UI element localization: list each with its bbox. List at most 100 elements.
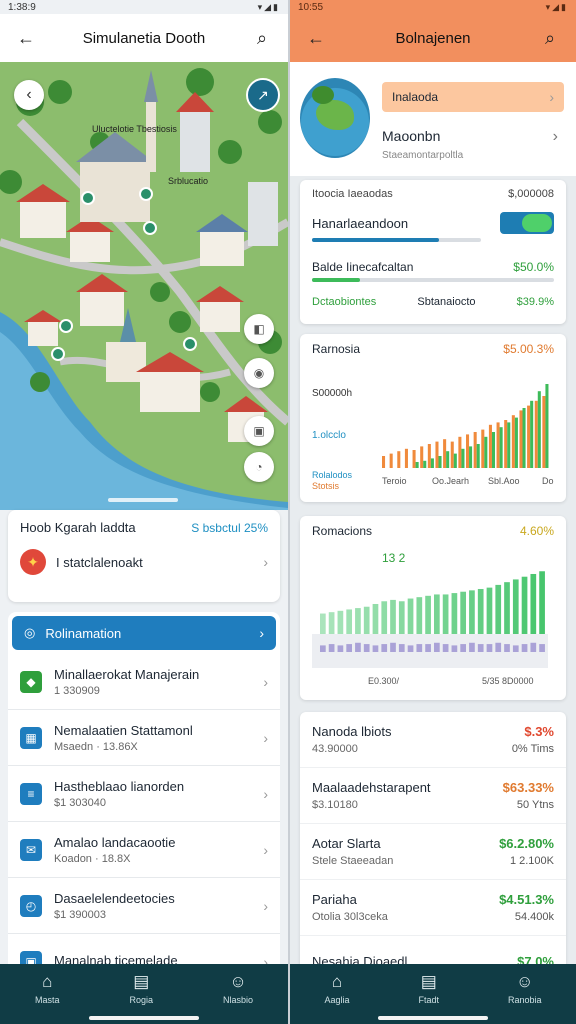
home-indicator [89,1016,199,1020]
chart2-bar [328,644,335,652]
chart1-bar [496,422,500,468]
back-arrow-icon[interactable]: ← [14,26,38,50]
list-item-title: Dasaelelendeetocies [54,890,175,906]
chart1-bar [397,451,401,468]
list-item-title: Amalao landacaootie [54,834,176,850]
finance-title: Pariaha [312,892,357,907]
list-item[interactable]: ≡ Hastheblaao lianorden $1 303040 › [8,766,280,822]
map-zoom-in-button[interactable]: ▣ [244,416,274,446]
chart2-bar [486,587,493,634]
chart1-bar [530,400,534,468]
stats-card: Itoocia Iaeaodas $,000008 Hanarlaeandoon… [300,180,566,324]
report-icon: ▤ [133,972,150,991]
chart1-bar [507,422,511,468]
document-icon: ≡ [20,782,42,805]
search-icon[interactable]: ⌕ [250,26,274,50]
chevron-right-icon: › [263,953,268,965]
stats-row3-value: $39.9% [516,296,554,308]
page-title: Simulanetia Dooth [82,29,206,47]
chart1-bar [484,436,488,468]
chart2-bar [539,644,545,652]
nav-item-home[interactable]: ⌂ Masta [35,972,60,1005]
report-icon: ▤ [420,972,437,991]
chart1-bar [404,448,408,468]
app-bar: ← Simulanetia Dooth ⌕ [0,14,288,62]
chart2-bar [416,644,423,652]
map-route-button[interactable]: ↗ [246,78,280,112]
map-zoom-out-button[interactable]: ◔ [244,452,274,482]
feature-toggle[interactable] [500,212,554,234]
nav-item-profile[interactable]: ☺ Ranobia [508,972,542,1005]
chart1-bar [534,400,538,468]
map-view[interactable]: Uluctelotie Tbestiosis Srblucatio ‹ ↗ ◧ … [0,62,288,510]
chart2-bar [512,579,519,634]
home-indicator [378,1016,488,1020]
chart2-bar [337,610,344,634]
finance-row[interactable]: Aotar Slarta Stele Staeeadan $6.2.80% 1 2.1… [300,824,566,880]
profile-icon: ☺ [516,972,534,991]
chart1-legend-1: Rolalodos [312,470,353,480]
map-label-2: Srblucatio [168,176,208,186]
list-item-subtitle: 1 330909 [54,684,100,697]
finance-subvalue: 1 2.100K [509,855,554,867]
list-item[interactable]: ▦ Nemalaatien Stattamonl Msaedn · 13.86X › [8,710,280,766]
chart2-bar [469,642,475,652]
list-item[interactable]: ◆ Minallaerokat Manajerain 1 330909 › [8,654,280,710]
chart2-bar [390,599,396,634]
chevron-right-icon[interactable]: › [553,128,558,146]
chart1-bar [389,453,393,468]
chart1-title: Rarnosia [312,342,361,356]
finance-row[interactable]: Nanoda lbiots 43.90000 $.3% 0% Tims [300,712,566,768]
chart1-bar [542,396,546,468]
chart1-x-tick: Sbl.Aoo [488,476,520,486]
list-item[interactable]: ▣ Manalnab ticemelade › [8,934,280,964]
back-arrow-icon[interactable]: ← [304,26,328,50]
bottom-nav: ⌂ Aaglia ▤ Ftadt ☺ Ranobia [290,964,576,1024]
chart2-bar [407,598,414,634]
chart2-bar [451,593,458,634]
calendar-icon: ▣ [20,950,42,964]
nav-item-home[interactable]: ⌂ Aaglia [324,972,349,1005]
chart1-bar [458,436,462,468]
chart2-bar [460,644,467,652]
chart2-bar [504,582,510,634]
chart1-bar [469,446,473,468]
list-item-title: Minallaerokat Manajerain [54,666,200,682]
nav-item-reports[interactable]: ▤ Rogia [129,972,153,1005]
chart1-bar [450,441,454,468]
search-icon[interactable]: ⌕ [538,26,562,50]
chart1-bar [461,448,465,468]
map-back-button[interactable]: ‹ [14,80,44,110]
chart2-bar [381,601,388,634]
chart2-value: 4.60% [519,524,554,538]
map-locate-button[interactable]: ◉ [244,358,274,388]
map-label-1: Uluctelotie Tbestiosis [92,124,177,134]
profile-subtitle: Staeamontarpoltla [382,150,464,161]
status-bar: 1:38:9 ▾◢▮ [0,0,288,14]
list-item[interactable]: ✉ Amalao landacaootie Koadon · 18.8X › [8,822,280,878]
finance-subtitle: $3.10180 [312,799,358,811]
finance-row[interactable]: Maalaadehstarapent $3.10180 $63.33% 50 Ytns [300,768,566,824]
list-header-button[interactable]: ◎ Rolinamation › [12,616,276,650]
finance-row[interactable]: Pariaha Otolia 30l3ceka $4.51.3% 54.400k [300,880,566,936]
map-layers-button[interactable]: ◧ [244,314,274,344]
chevron-right-icon: › [259,625,264,641]
nav-item-reports[interactable]: ▤ Ftadt [418,972,439,1005]
chart2-bar [337,645,344,652]
sheet-handle[interactable] [108,498,178,502]
chart1-bar [427,444,431,468]
left-screen: 1:38:9 ▾◢▮ ← Simulanetia Dooth ⌕ Uluctel… [0,0,288,1024]
nav-item-profile[interactable]: ☺ Nlasbio [223,972,253,1005]
status-time: 1:38:9 [8,1,36,13]
chart1-bar [491,432,496,468]
list-item[interactable]: ◴ Dasaelelendeetocies $1 390003 › [8,878,280,934]
category-select[interactable]: Inalaoda › [382,82,564,112]
chart2-bar [469,590,475,634]
chevron-right-icon: › [263,554,268,570]
stats-row3-label: Dctaobiontes [312,296,377,308]
list-item-subtitle: $1 303040 [54,796,106,809]
chart2-bar [363,606,370,634]
chart1-bar [545,384,549,468]
home-icon: ⌂ [331,972,343,991]
summary-item[interactable]: ✦ I statclalenoakt › [20,549,268,575]
